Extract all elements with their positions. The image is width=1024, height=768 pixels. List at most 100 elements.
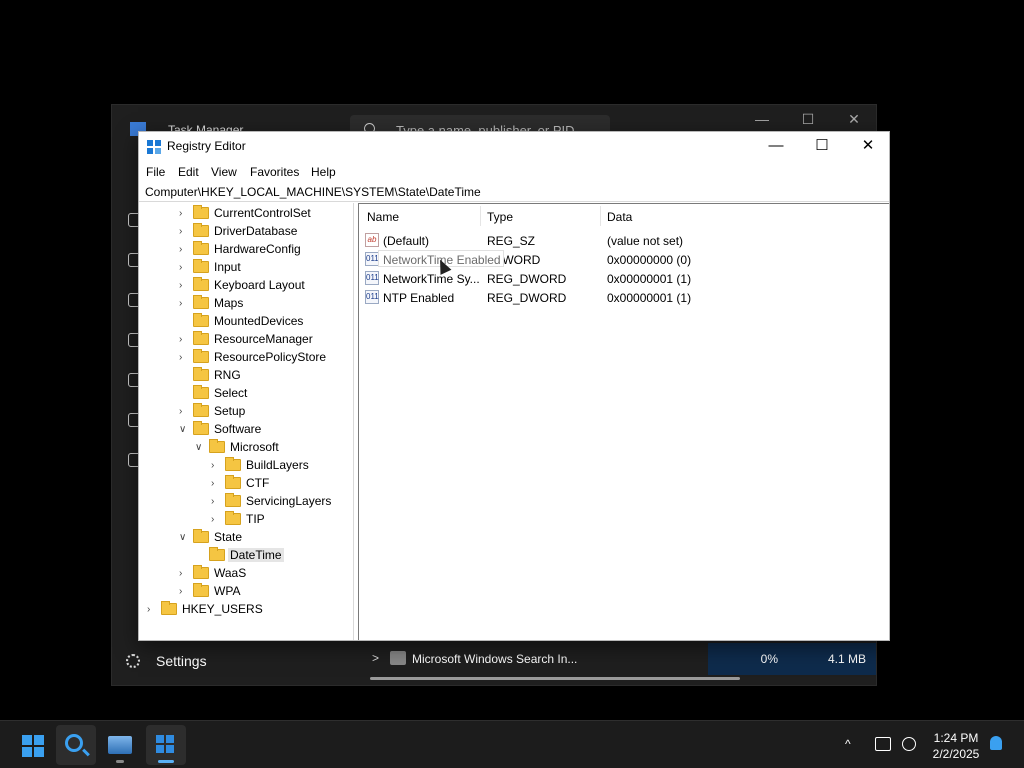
tree-item[interactable]: ∨ Software <box>139 421 349 439</box>
folder-icon <box>193 367 209 381</box>
running-indicator <box>116 760 124 763</box>
expand-chevron-icon[interactable]: › <box>179 568 189 580</box>
registry-editor-taskbar-button[interactable] <box>146 725 186 765</box>
tree-item[interactable]: DateTime <box>139 547 349 565</box>
collapse-chevron-icon[interactable]: ∨ <box>179 424 189 436</box>
expand-chevron-icon[interactable]: › <box>179 208 189 220</box>
tree-item[interactable]: RNG <box>139 367 349 385</box>
tree-item[interactable]: › HKEY_USERS <box>139 601 349 619</box>
folder-icon <box>193 583 209 597</box>
folder-icon <box>193 313 209 327</box>
tree-item[interactable]: › ResourceManager <box>139 331 349 349</box>
window-title: Registry Editor <box>167 139 246 153</box>
tree-item[interactable]: › ResourcePolicyStore <box>139 349 349 367</box>
expand-chevron-icon[interactable]: > <box>372 651 379 665</box>
column-data[interactable]: Data <box>607 210 632 224</box>
folder-icon <box>193 241 209 255</box>
menu-favorites[interactable]: Favorites <box>250 165 299 179</box>
gear-icon <box>126 654 140 668</box>
menu-file[interactable]: File <box>146 165 165 179</box>
collapse-chevron-icon[interactable]: ∨ <box>179 532 189 544</box>
expand-chevron-icon[interactable]: › <box>179 262 189 274</box>
maximize-button[interactable]: ☐ <box>788 111 828 133</box>
tree-item-label: Setup <box>214 404 246 418</box>
network-icon[interactable] <box>875 737 891 751</box>
minimize-button[interactable]: — <box>753 132 799 162</box>
registry-editor-titlebar[interactable]: Registry Editor — ☐ ✕ <box>139 132 889 162</box>
value-row[interactable]: 011 NTP Enabled REG_DWORD 0x00000001 (1) <box>359 288 889 307</box>
settings-nav-item[interactable]: Settings <box>126 653 207 669</box>
menu-help[interactable]: Help <box>311 165 336 179</box>
tree-item[interactable]: › Input <box>139 259 349 277</box>
task-manager-icon <box>108 736 132 754</box>
value-data: 0x00000001 (1) <box>607 272 692 286</box>
show-hidden-icons-chevron-icon[interactable]: ^ <box>845 737 851 751</box>
expand-chevron-icon[interactable]: › <box>211 478 221 490</box>
tree-item[interactable]: › CurrentControlSet <box>139 205 349 223</box>
expand-chevron-icon[interactable]: › <box>179 352 189 364</box>
close-button[interactable]: ✕ <box>834 111 874 133</box>
value-name: (Default) <box>383 234 430 248</box>
tree-item-label: HKEY_USERS <box>182 602 263 616</box>
expand-chevron-icon[interactable]: › <box>179 244 189 256</box>
expand-chevron-icon[interactable]: › <box>179 406 189 418</box>
expand-chevron-icon[interactable]: › <box>211 514 221 526</box>
notification-bell-icon[interactable] <box>990 736 1002 750</box>
tree-item[interactable]: ∨ State <box>139 529 349 547</box>
dword-value-icon: 011 <box>365 271 379 285</box>
tree-item[interactable]: › Setup <box>139 403 349 421</box>
value-data: (value not set) <box>607 234 684 248</box>
minimize-button[interactable]: — <box>742 111 782 133</box>
folder-icon <box>193 565 209 579</box>
menu-edit[interactable]: Edit <box>178 165 199 179</box>
tree-item[interactable]: › WaaS <box>139 565 349 583</box>
column-name[interactable]: Name <box>367 210 399 224</box>
tree-item[interactable]: › TIP <box>139 511 349 529</box>
values-pane[interactable]: Name Type Data ab (Default) REG_SZ (valu… <box>358 203 889 640</box>
tree-item[interactable]: MountedDevices <box>139 313 349 331</box>
tree-item[interactable]: › CTF <box>139 475 349 493</box>
search-button[interactable] <box>56 725 96 765</box>
registry-editor-window[interactable]: Registry Editor — ☐ ✕ File Edit View Fav… <box>138 131 890 641</box>
expand-chevron-icon[interactable]: › <box>179 298 189 310</box>
tree-item-label: WaaS <box>214 566 247 580</box>
expand-chevron-icon[interactable]: › <box>179 280 189 292</box>
column-type[interactable]: Type <box>487 210 513 224</box>
tree-item[interactable]: › BuildLayers <box>139 457 349 475</box>
address-bar[interactable]: Computer\HKEY_LOCAL_MACHINE\SYSTEM\State… <box>139 182 889 202</box>
tree-item[interactable]: › ServicingLayers <box>139 493 349 511</box>
maximize-button[interactable]: ☐ <box>799 132 845 162</box>
taskbar: ^ 1:24 PM 2/2/2025 <box>0 720 1024 768</box>
tree-item[interactable]: ∨ Microsoft <box>139 439 349 457</box>
registry-tree[interactable]: › CurrentControlSet › DriverDatabase › Hardwa… <box>139 203 354 640</box>
expand-chevron-icon[interactable]: › <box>179 334 189 346</box>
expand-chevron-icon[interactable]: › <box>179 226 189 238</box>
close-button[interactable]: ✕ <box>845 132 891 162</box>
start-button[interactable] <box>12 725 52 765</box>
folder-icon <box>209 439 225 453</box>
dword-value-icon: 011 <box>365 290 379 304</box>
process-name: Microsoft Windows Search In... <box>412 652 578 666</box>
expand-chevron-icon[interactable]: › <box>147 604 157 616</box>
tree-item[interactable]: › Keyboard Layout <box>139 277 349 295</box>
clock[interactable]: 1:24 PM 2/2/2025 <box>930 730 982 762</box>
tree-item[interactable]: › WPA <box>139 583 349 601</box>
process-row[interactable]: > Microsoft Windows Search In... 0% 4.1 … <box>358 643 876 675</box>
folder-icon <box>193 223 209 237</box>
folder-icon <box>193 403 209 417</box>
volume-muted-icon[interactable] <box>902 737 916 751</box>
tree-item[interactable]: › HardwareConfig <box>139 241 349 259</box>
collapse-chevron-icon[interactable]: ∨ <box>195 442 205 454</box>
menu-view[interactable]: View <box>211 165 237 179</box>
tree-item[interactable]: › Maps <box>139 295 349 313</box>
folder-icon <box>225 511 241 525</box>
expand-chevron-icon[interactable]: › <box>211 460 221 472</box>
value-row[interactable]: ab (Default) REG_SZ (value not set) <box>359 231 889 250</box>
tree-item[interactable]: Select <box>139 385 349 403</box>
task-manager-taskbar-button[interactable] <box>100 725 140 765</box>
expand-chevron-icon[interactable]: › <box>211 496 221 508</box>
expand-chevron-icon[interactable]: › <box>179 586 189 598</box>
menu-bar: File Edit View Favorites Help <box>139 162 889 182</box>
horizontal-scrollbar[interactable] <box>370 677 740 680</box>
tree-item[interactable]: › DriverDatabase <box>139 223 349 241</box>
